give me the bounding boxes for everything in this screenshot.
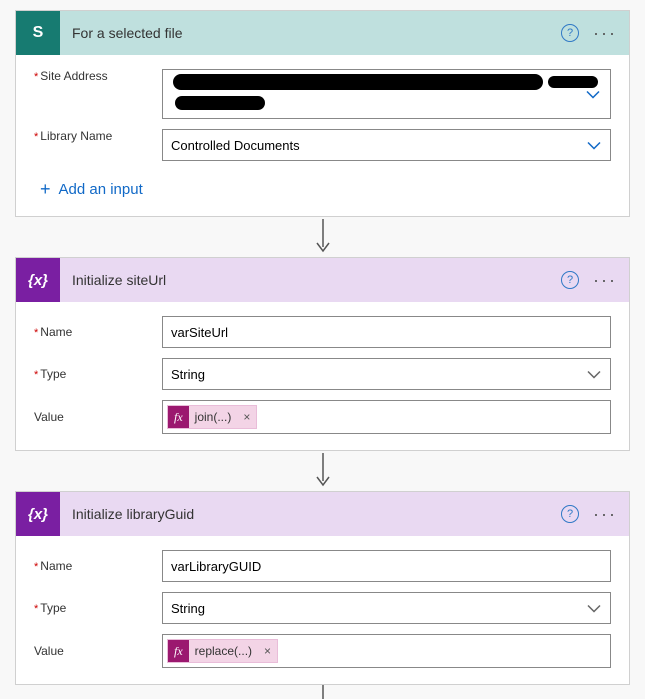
- type-dropdown[interactable]: [162, 592, 611, 624]
- remove-token-icon[interactable]: ×: [258, 644, 277, 658]
- help-icon[interactable]: ?: [561, 24, 579, 42]
- card-header[interactable]: {x} Initialize siteUrl ? ···: [16, 258, 629, 302]
- card-title: Initialize siteUrl: [60, 272, 561, 288]
- expression-token[interactable]: fx join(...) ×: [167, 405, 257, 429]
- add-input-label: Add an input: [59, 181, 143, 198]
- name-input[interactable]: [162, 316, 611, 348]
- remove-token-icon[interactable]: ×: [237, 410, 256, 424]
- redacted-text: [173, 74, 543, 90]
- action-card-initialize-siteurl: {x} Initialize siteUrl ? ··· Name Type V…: [15, 257, 630, 451]
- help-icon[interactable]: ?: [561, 505, 579, 523]
- site-address-dropdown[interactable]: [162, 69, 611, 119]
- type-dropdown[interactable]: [162, 358, 611, 390]
- expression-text: join(...): [189, 410, 238, 424]
- value-label: Value: [34, 410, 162, 424]
- type-label: Type: [34, 367, 162, 381]
- variable-icon: {x}: [16, 258, 60, 302]
- help-icon[interactable]: ?: [561, 271, 579, 289]
- more-menu-icon[interactable]: ···: [593, 24, 617, 42]
- value-input[interactable]: fx replace(...) ×: [162, 634, 611, 668]
- name-label: Name: [34, 559, 162, 573]
- name-label: Name: [34, 325, 162, 339]
- flow-arrow: [15, 685, 630, 699]
- expression-token[interactable]: fx replace(...) ×: [167, 639, 278, 663]
- action-card-selected-file: S For a selected file ? ··· Site Address: [15, 10, 630, 217]
- library-name-dropdown[interactable]: [162, 129, 611, 161]
- more-menu-icon[interactable]: ···: [593, 505, 617, 523]
- sharepoint-icon: S: [16, 11, 60, 55]
- name-input[interactable]: [162, 550, 611, 582]
- flow-arrow: [15, 451, 630, 491]
- plus-icon: +: [40, 179, 51, 200]
- card-title: Initialize libraryGuid: [60, 506, 561, 522]
- fx-icon: fx: [168, 406, 189, 428]
- value-label: Value: [34, 644, 162, 658]
- site-address-label: Site Address: [34, 69, 162, 83]
- type-label: Type: [34, 601, 162, 615]
- action-card-initialize-libraryguid: {x} Initialize libraryGuid ? ··· Name Ty…: [15, 491, 630, 685]
- add-input-button[interactable]: + Add an input: [40, 179, 611, 200]
- value-input[interactable]: fx join(...) ×: [162, 400, 611, 434]
- expression-text: replace(...): [189, 644, 258, 658]
- card-header[interactable]: {x} Initialize libraryGuid ? ···: [16, 492, 629, 536]
- fx-icon: fx: [168, 640, 189, 662]
- flow-arrow: [15, 217, 630, 257]
- card-title: For a selected file: [60, 25, 561, 41]
- library-name-label: Library Name: [34, 129, 162, 143]
- card-header[interactable]: S For a selected file ? ···: [16, 11, 629, 55]
- variable-icon: {x}: [16, 492, 60, 536]
- more-menu-icon[interactable]: ···: [593, 271, 617, 289]
- redacted-text: [175, 96, 265, 110]
- chevron-down-icon: [586, 87, 600, 102]
- redacted-text: [548, 76, 598, 88]
